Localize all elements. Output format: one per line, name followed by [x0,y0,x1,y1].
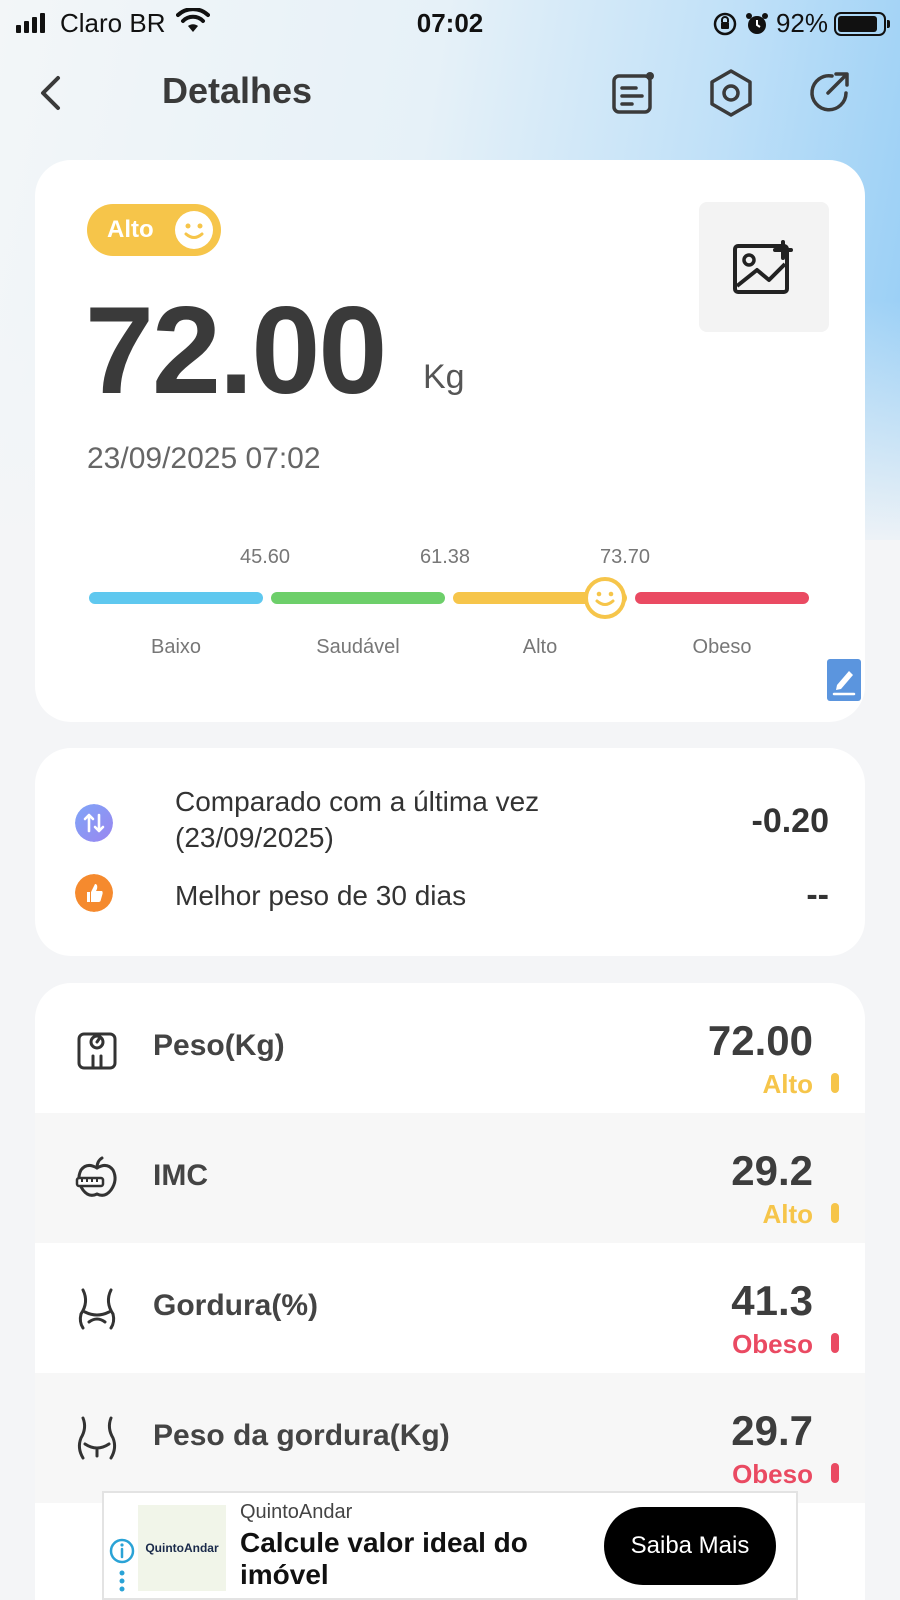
metric-row-body-fat[interactable]: Gordura(%) 41.3 Obeso [35,1243,865,1373]
comparison-card: Comparado com a última vez (23/09/2025) … [35,748,865,956]
add-image-icon [733,240,793,294]
metric-row-weight[interactable]: Peso(Kg) 72.00 Alto [35,983,865,1113]
metric-status: Alto [762,1069,813,1099]
waist-icon [78,1288,116,1330]
range-label: Alto [522,636,558,658]
alarm-icon [745,12,768,34]
best-weight-row[interactable]: Melhor peso de 30 dias -- [75,870,829,920]
ad-headline: Calcule valor ideal do imóvel [240,1527,528,1590]
status-badge-label: Alto [107,216,154,243]
metric-status-indicator [831,1333,839,1353]
weight-unit: Kg [423,358,465,396]
measurement-datetime: 23/09/2025 07:02 [87,442,321,475]
range-marker-smiley-icon [584,577,626,619]
range-segment-obese [635,592,809,604]
metric-value: 29.7 [731,1407,813,1454]
compare-arrows-icon [75,804,113,842]
metric-value: 29.2 [731,1147,813,1194]
weight-value: 72.00 [85,282,387,420]
metric-status-indicator [831,1463,839,1483]
status-bar: Claro BR 07:02 92% [0,0,900,46]
threshold-label: 61.38 [419,546,471,568]
battery-icon [834,11,890,36]
comparison-label: Comparado com a última vez (23/09/2025) [175,786,540,853]
add-photo-button[interactable] [699,202,829,332]
battery-percent: 92% [775,8,828,38]
apple-tape-icon [75,1156,117,1197]
comparison-row[interactable]: Comparado com a última vez (23/09/2025) … [75,780,829,860]
metric-status: Obeso [732,1329,813,1359]
belly-icon [77,1416,117,1460]
ad-logo-text: QuintoAndar [145,1541,219,1555]
range-segment-low [89,592,263,604]
metric-row-fat-mass[interactable]: Peso da gordura(Kg) 29.7 Obeso [35,1373,865,1503]
metric-name: Peso(Kg) [153,1029,285,1062]
range-label: Obeso [692,636,752,658]
range-label: Saudável [316,636,400,658]
best-weight-value: -- [806,876,829,914]
page-title: Detalhes [162,70,313,111]
ad-banner[interactable]: QuintoAndar QuintoAndar Calcule valor id… [102,1491,798,1600]
metric-status: Alto [762,1199,813,1229]
range-segment-healthy [271,592,445,604]
thumbs-up-icon [75,874,113,912]
metric-status-indicator [831,1203,839,1223]
hexagon-settings-icon[interactable] [704,66,758,120]
ad-logo: QuintoAndar [138,1505,226,1591]
metric-row-bmi[interactable]: IMC 29.2 Alto [35,1113,865,1243]
orientation-lock-icon [713,12,737,35]
metric-status-indicator [831,1073,839,1093]
range-label: Baixo [150,636,202,658]
app-header: Detalhes [0,58,900,128]
edit-button[interactable] [827,659,861,701]
metric-status: Obeso [732,1459,813,1489]
metric-name: Gordura(%) [153,1289,318,1322]
pencil-icon [832,671,856,696]
status-badge: Alto [87,204,221,256]
threshold-label: 73.70 [599,546,651,568]
comparison-value: -0.20 [751,802,830,840]
back-icon[interactable] [28,68,78,118]
best-weight-label: Melhor peso de 30 dias [175,880,467,911]
metric-name: IMC [153,1159,208,1192]
ad-info-icon[interactable] [108,1537,136,1597]
metric-value: 72.00 [707,1017,813,1064]
ad-brand: QuintoAndar [240,1501,353,1523]
ad-cta-button[interactable]: Saiba Mais [604,1507,776,1585]
smiley-icon [175,211,213,249]
weight-summary-card: Alto 72.00 Kg 23/09/2025 07:02 45.60 61.… [35,160,865,722]
scale-icon [77,1032,117,1070]
share-icon[interactable] [802,66,856,120]
threshold-label: 45.60 [239,546,291,568]
report-icon[interactable] [606,66,660,120]
metric-name: Peso da gordura(Kg) [153,1419,450,1452]
metric-value: 41.3 [731,1277,813,1324]
